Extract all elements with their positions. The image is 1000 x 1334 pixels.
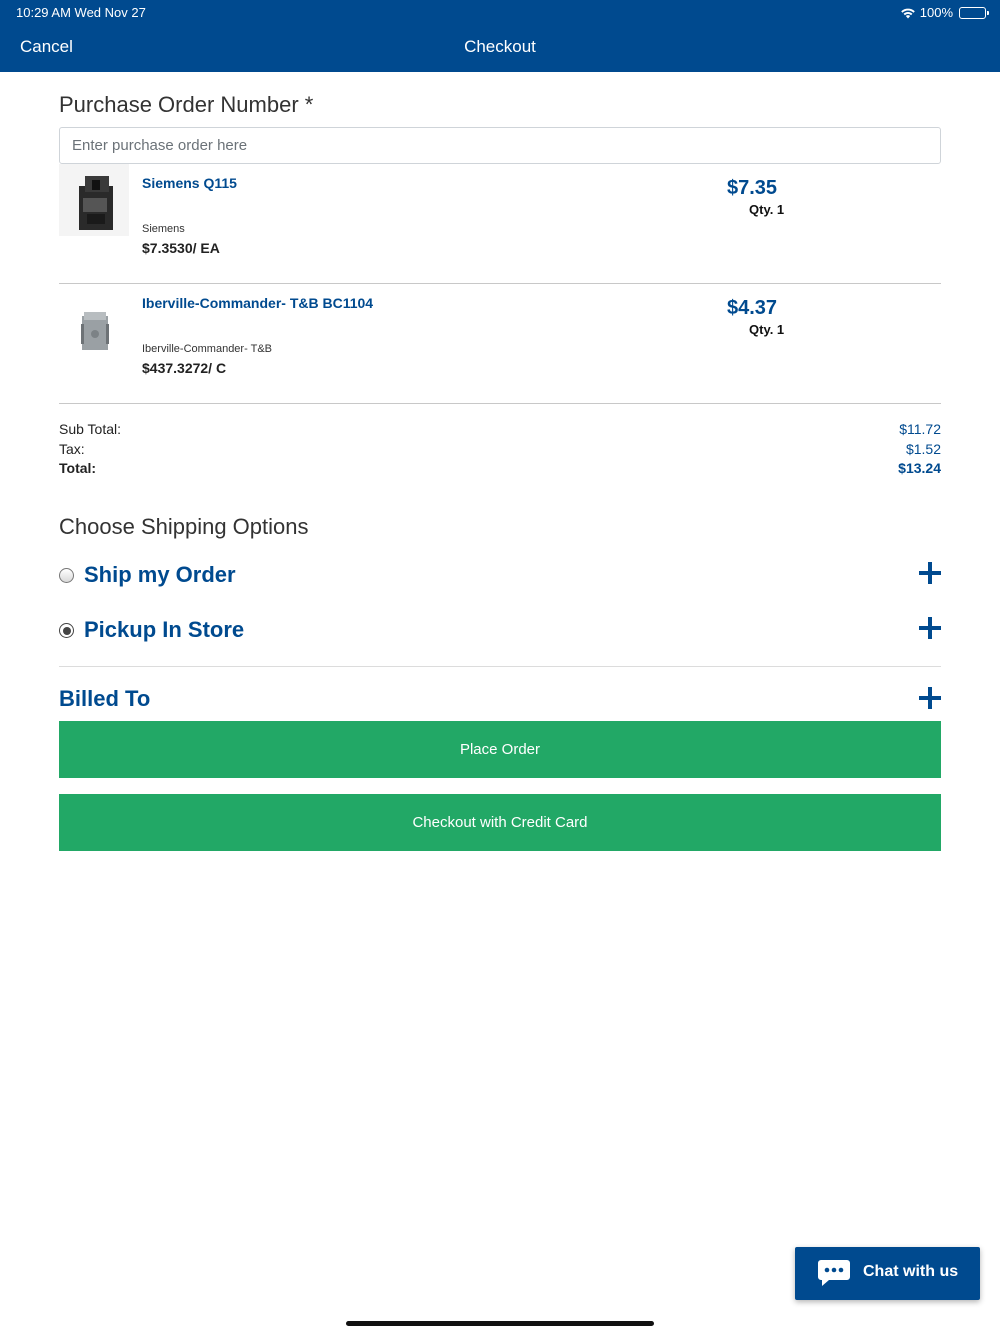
place-order-button[interactable]: Place Order [59, 721, 941, 778]
battery-percent: 100% [919, 5, 953, 20]
item-name[interactable]: Siemens Q115 [142, 175, 237, 191]
item-quantity: Qty. 1 [749, 322, 785, 337]
wifi-icon [900, 8, 915, 18]
purchase-order-input[interactable] [59, 127, 941, 164]
cancel-button[interactable]: Cancel [20, 37, 73, 57]
item-quantity: Qty. 1 [749, 202, 785, 217]
total-label: Total: [59, 460, 97, 476]
item-manufacturer: Siemens [142, 223, 185, 235]
item-price: $4.37 [727, 297, 778, 319]
pickup-option-label[interactable]: Pickup In Store [84, 617, 244, 643]
expand-plus-icon[interactable] [919, 617, 941, 639]
tax-row: Tax: $1.52 [59, 440, 941, 460]
section-divider [59, 666, 941, 667]
pickup-radio[interactable] [59, 623, 74, 638]
chat-bubble-icon [818, 1260, 850, 1286]
item-unit-price: $437.3272/ C [142, 360, 227, 376]
subtotal-row: Sub Total: $11.72 [59, 420, 941, 440]
nav-bar: 10:29 AM Wed Nov 27 100% Cancel Checkout [0, 0, 1000, 72]
shipping-heading: Choose Shipping Options [59, 514, 309, 539]
chat-label[interactable]: Chat with us [863, 1263, 958, 1281]
item-manufacturer: Iberville-Commander- T&B [142, 343, 273, 355]
billed-to-section[interactable]: Billed To [59, 686, 941, 716]
item-unit-price: $7.3530/ EA [142, 240, 220, 256]
battery-icon [959, 6, 989, 19]
page-title: Checkout [464, 37, 536, 56]
ship-radio[interactable] [59, 568, 74, 583]
expand-plus-icon[interactable] [919, 562, 941, 584]
total-row: Total: $13.24 [59, 459, 941, 479]
cart-item: Siemens Q115 Siemens $7.3530/ EA $7.35 Q… [59, 164, 941, 284]
home-indicator[interactable] [346, 1321, 654, 1326]
chat-button[interactable]: Chat with us [795, 1247, 980, 1300]
shipping-option-pickup[interactable]: Pickup In Store [59, 613, 941, 647]
status-indicators: 100% [900, 5, 989, 20]
tax-label: Tax: [59, 440, 85, 457]
credit-card-checkout-button[interactable]: Checkout with Credit Card [59, 794, 941, 851]
ship-option-label[interactable]: Ship my Order [84, 562, 236, 588]
subtotal-label: Sub Total: [59, 421, 122, 437]
cart-item: Iberville-Commander- T&B BC1104 Ibervill… [59, 284, 941, 404]
subtotal-value: $11.72 [899, 421, 941, 437]
billed-to-label[interactable]: Billed To [59, 686, 150, 712]
item-price: $7.35 [727, 177, 778, 199]
purchase-order-label: Purchase Order Number * [59, 92, 314, 117]
status-time: 10:29 AM Wed Nov 27 [16, 5, 146, 20]
shipping-option-ship[interactable]: Ship my Order [59, 558, 941, 592]
product-thumbnail-box[interactable] [59, 284, 129, 356]
item-name[interactable]: Iberville-Commander- T&B BC1104 [142, 295, 373, 311]
total-value: $13.24 [898, 460, 941, 476]
order-totals: Sub Total: $11.72 Tax: $1.52 Total: $13.… [59, 420, 941, 479]
product-thumbnail-breaker[interactable] [59, 164, 129, 236]
tax-value: $1.52 [905, 440, 941, 457]
expand-plus-icon[interactable] [919, 687, 941, 709]
